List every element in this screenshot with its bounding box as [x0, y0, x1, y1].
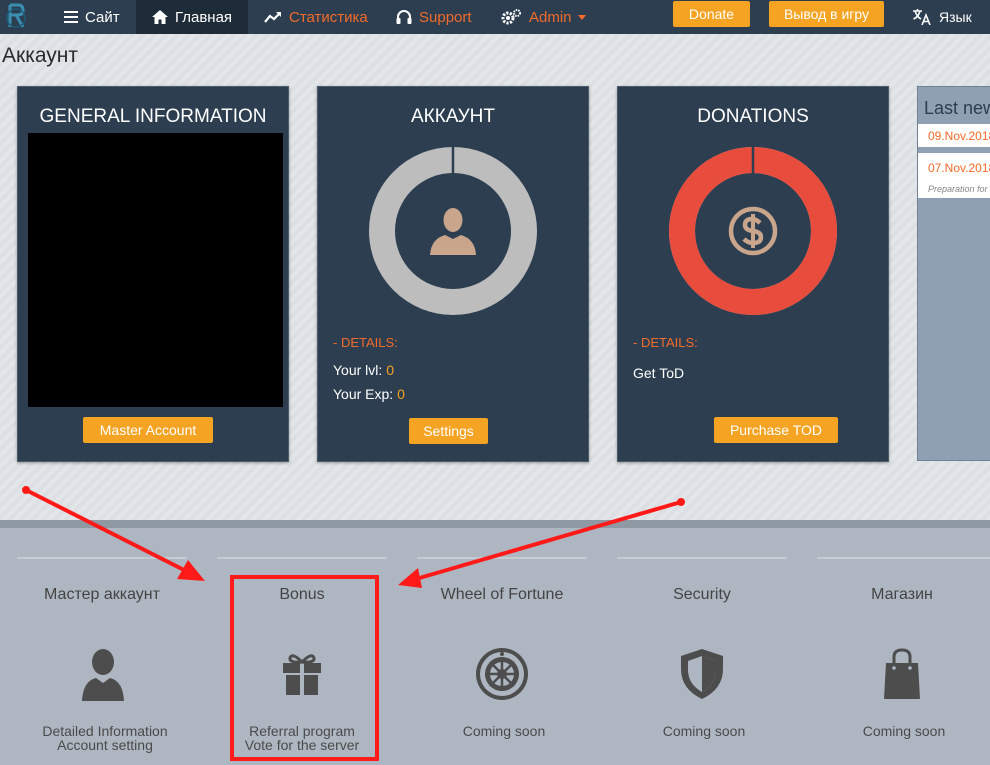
feature-desc-line: Coming soon: [862, 723, 946, 739]
user-icon: [430, 208, 476, 255]
account-card: АККАУНТ - DETAILS: Your lvl: 0 Your Exp:…: [317, 86, 589, 462]
section-divider: [0, 520, 990, 528]
feature-desc-line: Account setting: [57, 737, 153, 753]
news-item[interactable]: 09.Nov.2018: [918, 124, 990, 147]
card-title: DONATIONS: [697, 106, 809, 127]
gears-icon: [501, 9, 521, 25]
general-information-card: GENERAL INFORMATION Master Account: [17, 86, 289, 462]
news-item[interactable]: 07.Nov.2018 Preparation for: [918, 153, 990, 198]
news-date: 09.Nov.2018: [928, 129, 990, 143]
language-label: Язык: [939, 9, 972, 25]
site-logo[interactable]: [4, 2, 28, 30]
feature-desc-line: Detailed Information: [42, 723, 168, 739]
headset-icon: [396, 10, 412, 24]
feature-title-master-account[interactable]: Мастер аккаунт: [17, 586, 187, 604]
menu-icon: [64, 11, 78, 23]
nav-item-label: Admin: [529, 8, 572, 26]
nav-item-support[interactable]: Support: [396, 0, 472, 34]
feature-desc-line: Coming soon: [662, 723, 746, 739]
feature-title-shop[interactable]: Магазин: [817, 586, 987, 604]
level-value: 0: [386, 362, 394, 378]
news-date: 07.Nov.2018: [928, 161, 990, 175]
news-text: Preparation for: [928, 184, 988, 194]
feature-desc-line: Referral program: [249, 723, 355, 739]
user-icon[interactable]: [75, 646, 131, 702]
news-title: Last news: [924, 98, 990, 118]
home-icon: [151, 10, 168, 24]
last-news-panel: Last news 09.Nov.2018 07.Nov.2018 Prepar…: [917, 86, 990, 461]
feature-title-wheel-of-fortune[interactable]: Wheel of Fortune: [417, 586, 587, 604]
exp-stat: Your Exp: 0: [333, 386, 405, 402]
nav-item-label: Статистика: [289, 8, 368, 26]
shield-icon[interactable]: [674, 646, 730, 702]
caret-down-icon: [577, 15, 586, 20]
gift-icon[interactable]: [274, 646, 330, 702]
details-label: - DETAILS:: [333, 335, 398, 350]
nav-item-label: Главная: [174, 8, 233, 26]
exp-label: Your Exp:: [333, 386, 394, 402]
feature-title-security[interactable]: Security: [617, 586, 787, 604]
feature-title-bonus[interactable]: Bonus: [217, 586, 387, 604]
level-label: Your lvl:: [333, 362, 383, 378]
feature-divider: [217, 557, 387, 559]
language-selector[interactable]: Язык: [912, 0, 972, 34]
details-label: - DETAILS:: [633, 335, 698, 350]
feature-desc-line: Coming soon: [462, 723, 546, 739]
features-section: Мастер аккаунт Detailed Information Acco…: [0, 520, 990, 765]
nav-item-site[interactable]: Сайт: [64, 0, 120, 34]
dollar-coin-icon: [728, 206, 778, 256]
settings-button[interactable]: Settings: [409, 418, 488, 444]
nav-item-home[interactable]: Главная: [136, 0, 248, 34]
top-navbar: Сайт Главная Статистика Support Admin Do…: [0, 0, 990, 34]
feature-desc-master-account: Detailed Information Account setting: [10, 724, 200, 752]
nav-item-admin[interactable]: Admin: [500, 0, 587, 34]
feature-desc-wheel-of-fortune: Coming soon: [409, 724, 599, 738]
feature-divider: [817, 557, 990, 559]
trending-up-icon: [264, 12, 281, 23]
exp-value: 0: [397, 386, 405, 402]
nav-item-label: Support: [419, 8, 472, 26]
feature-desc-line: Vote for the server: [244, 737, 360, 753]
feature-desc-security: Coming soon: [609, 724, 799, 738]
donate-button[interactable]: Donate: [673, 1, 750, 27]
donations-info: Get ToD: [633, 365, 685, 381]
feature-desc-shop: Coming soon: [809, 724, 990, 738]
page-title: Аккаунт: [2, 44, 79, 67]
purchase-tod-button[interactable]: Purchase TOD: [714, 417, 838, 443]
card-title: GENERAL INFORMATION: [39, 106, 267, 127]
nav-item-label: Сайт: [85, 8, 120, 26]
card-title: АККАУНТ: [410, 106, 496, 127]
donations-card: DONATIONS - DETAILS: Get ToD Purchase TO…: [617, 86, 889, 462]
avatar-image-placeholder: [28, 133, 283, 407]
translate-icon: [913, 9, 931, 25]
nav-item-statistics[interactable]: Статистика: [264, 0, 368, 34]
feature-divider: [617, 557, 787, 559]
feature-desc-bonus: Referral program Vote for the server: [207, 724, 397, 752]
roulette-icon[interactable]: [474, 646, 530, 702]
feature-divider: [17, 557, 187, 559]
feature-divider: [417, 557, 587, 559]
shopping-bag-icon[interactable]: [874, 646, 930, 702]
withdraw-to-game-button[interactable]: Вывод в игру: [769, 1, 884, 27]
master-account-button[interactable]: Master Account: [83, 417, 213, 443]
level-stat: Your lvl: 0: [333, 362, 394, 378]
